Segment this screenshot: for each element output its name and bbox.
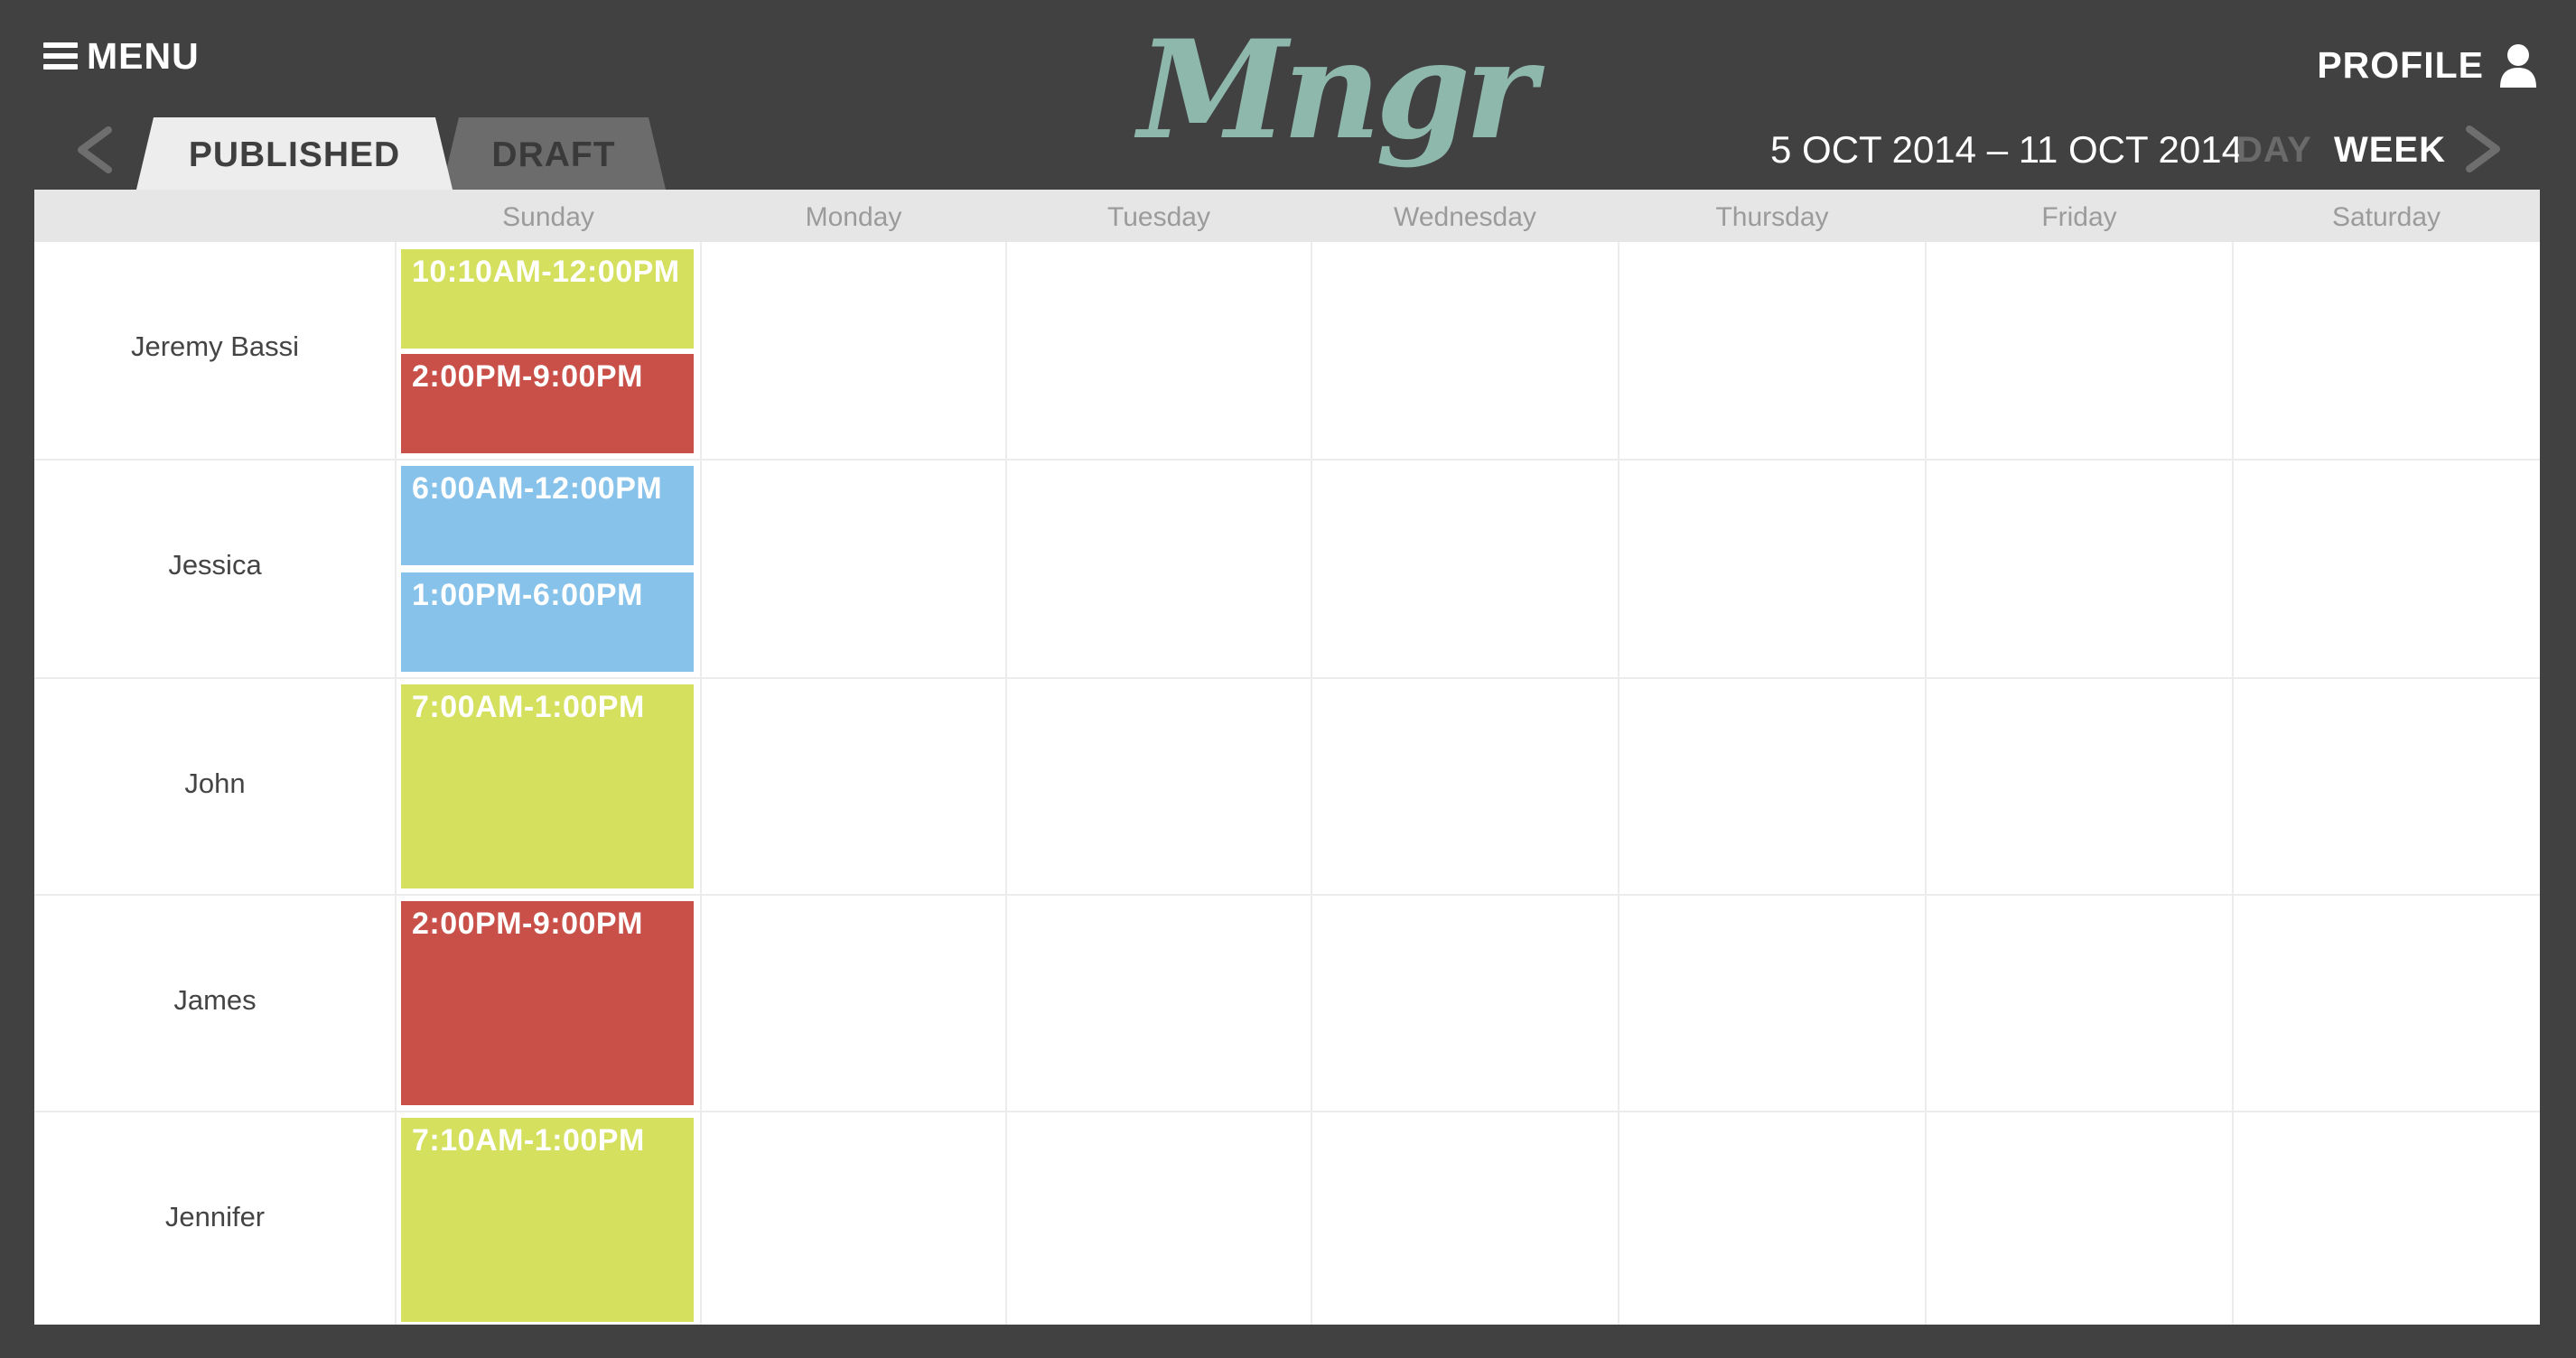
shift-block[interactable]: 6:00AM-12:00PM bbox=[401, 466, 694, 565]
column-divider bbox=[1925, 242, 1927, 1325]
schedule-grid: Sunday Monday Tuesday Wednesday Thursday… bbox=[34, 190, 2540, 1325]
user-icon bbox=[2500, 44, 2536, 88]
day-header-row: Sunday Monday Tuesday Wednesday Thursday… bbox=[34, 190, 2540, 242]
shift-block[interactable]: 7:10AM-1:00PM bbox=[401, 1118, 694, 1322]
shift-block[interactable]: 7:00AM-1:00PM bbox=[401, 684, 694, 888]
day-header-monday: Monday bbox=[805, 202, 902, 232]
employee-name: Jessica bbox=[168, 549, 262, 581]
app-logo: Mngr bbox=[1138, 11, 1536, 170]
column-divider bbox=[2232, 242, 2234, 1325]
chevron-right-icon[interactable] bbox=[2460, 124, 2506, 174]
profile-button[interactable]: PROFILE bbox=[2317, 36, 2538, 94]
column-divider bbox=[1618, 242, 1619, 1325]
employee-name: Jeremy Bassi bbox=[130, 330, 300, 362]
chevron-left-icon[interactable] bbox=[72, 125, 117, 175]
menu-label: MENU bbox=[87, 34, 200, 77]
row-divider bbox=[34, 459, 2540, 460]
view-day-toggle[interactable]: DAY bbox=[2236, 126, 2312, 173]
menu-icon bbox=[43, 42, 78, 70]
employee-name: James bbox=[173, 984, 257, 1016]
tab-draft[interactable]: DRAFT bbox=[441, 117, 667, 193]
top-bar: MENU Mngr PROFILE DRAFT PUBLISHED 5 OCT … bbox=[0, 0, 2576, 193]
employee-name: Jennifer bbox=[164, 1201, 266, 1232]
day-header-friday: Friday bbox=[2041, 202, 2117, 232]
column-divider bbox=[1311, 242, 1312, 1325]
menu-button[interactable]: MENU bbox=[43, 31, 200, 81]
shift-block[interactable]: 10:10AM-12:00PM bbox=[401, 249, 694, 349]
column-divider bbox=[700, 242, 702, 1325]
day-header-wednesday: Wednesday bbox=[1394, 202, 1536, 232]
row-divider bbox=[34, 1111, 2540, 1112]
date-range: 5 OCT 2014 – 11 OCT 2014 bbox=[1770, 128, 2243, 171]
profile-label: PROFILE bbox=[2317, 43, 2484, 86]
shift-block[interactable]: 2:00PM-9:00PM bbox=[401, 354, 694, 453]
view-week-toggle[interactable]: WEEK bbox=[2334, 126, 2446, 173]
day-header-tuesday: Tuesday bbox=[1107, 202, 1210, 232]
row-divider bbox=[34, 894, 2540, 896]
tab-published[interactable]: PUBLISHED bbox=[135, 117, 453, 193]
shift-block[interactable]: 1:00PM-6:00PM bbox=[401, 572, 694, 672]
shift-block[interactable]: 2:00PM-9:00PM bbox=[401, 901, 694, 1105]
row-divider bbox=[34, 677, 2540, 679]
column-divider bbox=[1005, 242, 1007, 1325]
day-header-thursday: Thursday bbox=[1715, 202, 1829, 232]
day-header-saturday: Saturday bbox=[2331, 202, 2441, 232]
employee-name: John bbox=[184, 767, 246, 799]
day-header-sunday: Sunday bbox=[502, 202, 594, 232]
